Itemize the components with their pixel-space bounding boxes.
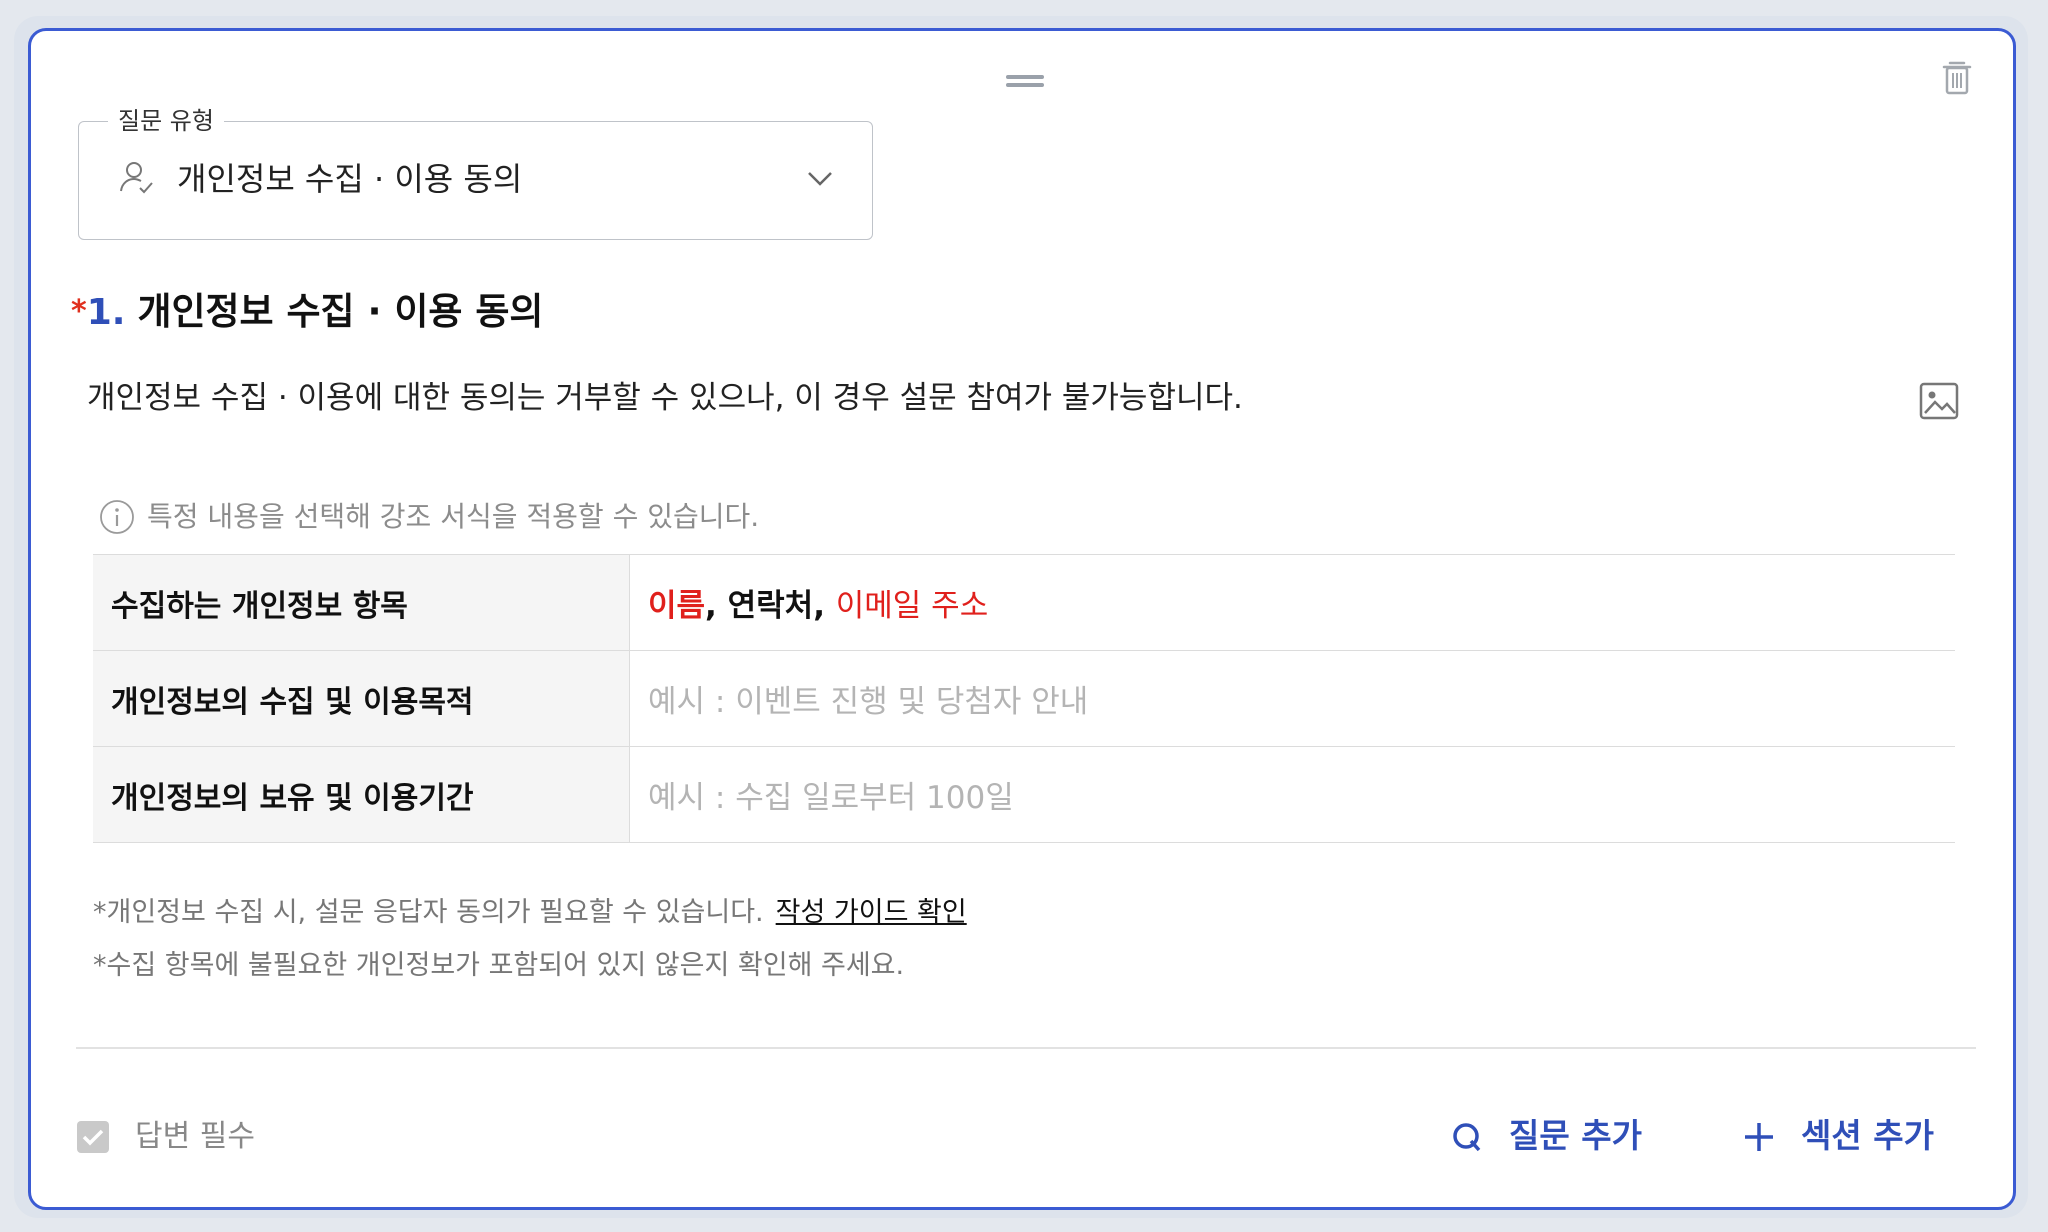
retention-input[interactable]: 예시 : 수집 일로부터 100일 xyxy=(629,746,1955,843)
add-section-label: 섹션 추가 xyxy=(1801,1116,1934,1155)
item-contact: 연락처 xyxy=(727,588,814,624)
privacy-table: 수집하는 개인정보 항목 이름, 연락처, 이메일 주소 개인정보의 수집 및 … xyxy=(93,554,1955,843)
info-icon xyxy=(99,499,135,535)
item-email: 이메일 주소 xyxy=(835,588,989,624)
question-description[interactable]: 개인정보 수집 · 이용에 대한 동의는 거부할 수 있으나, 이 경우 설문 … xyxy=(87,376,1243,420)
question-type-value: 개인정보 수집 · 이용 동의 xyxy=(177,160,523,198)
question-number: 1. xyxy=(86,292,126,333)
person-check-icon xyxy=(117,158,157,198)
table-row: 개인정보의 수집 및 이용목적 예시 : 이벤트 진행 및 당첨자 안내 xyxy=(93,650,1955,747)
item-name: 이름 xyxy=(648,588,706,624)
image-icon[interactable] xyxy=(1917,379,1961,423)
collected-items-value[interactable]: 이름, 연락처, 이메일 주소 xyxy=(629,554,1955,651)
required-mark: * xyxy=(71,294,87,329)
question-title[interactable]: *1. 개인정보 수집 · 이용 동의 xyxy=(71,286,543,345)
consent-note-text: *개인정보 수집 시, 설문 응답자 동의가 필요할 수 있습니다. xyxy=(93,897,764,928)
drag-handle-icon[interactable] xyxy=(1006,73,1044,89)
guide-link[interactable]: 작성 가이드 확인 xyxy=(776,897,967,928)
question-type-select[interactable]: 개인정보 수집 · 이용 동의 xyxy=(78,121,873,240)
required-label: 답변 필수 xyxy=(135,1119,255,1154)
table-row: 개인정보의 보유 및 이용기간 예시 : 수집 일로부터 100일 xyxy=(93,746,1955,843)
purpose-input[interactable]: 예시 : 이벤트 진행 및 당첨자 안내 xyxy=(629,650,1955,747)
trash-icon[interactable] xyxy=(1935,55,1979,99)
consent-note: *개인정보 수집 시, 설문 응답자 동의가 필요할 수 있습니다. 작성 가이드… xyxy=(93,893,967,933)
table-row: 수집하는 개인정보 항목 이름, 연락처, 이메일 주소 xyxy=(93,554,1955,651)
add-question-label: 질문 추가 xyxy=(1509,1116,1642,1155)
retention-label: 개인정보의 보유 및 이용기간 xyxy=(93,746,630,843)
separator: , xyxy=(813,588,836,624)
question-card: 개인정보 수집 · 이용 동의 질문 유형 *1. 개인정보 수집 · 이용 동의… xyxy=(28,28,2016,1210)
plus-icon xyxy=(1741,1119,1777,1155)
question-title-text: 개인정보 수집 · 이용 동의 xyxy=(137,290,544,333)
checkbox-icon[interactable] xyxy=(77,1121,109,1153)
separator: , xyxy=(705,588,728,624)
purpose-label: 개인정보의 수집 및 이용목적 xyxy=(93,650,630,747)
q-icon xyxy=(1449,1119,1485,1155)
divider xyxy=(76,1047,1976,1049)
collected-items-label: 수집하는 개인정보 항목 xyxy=(93,554,630,651)
chevron-down-icon xyxy=(805,166,835,190)
question-type-legend: 질문 유형 xyxy=(108,107,224,135)
info-text: 특정 내용을 선택해 강조 서식을 적용할 수 있습니다. xyxy=(147,500,760,533)
items-note: *수집 항목에 불필요한 개인정보가 포함되어 있지 않은지 확인해 주세요. xyxy=(93,950,905,981)
